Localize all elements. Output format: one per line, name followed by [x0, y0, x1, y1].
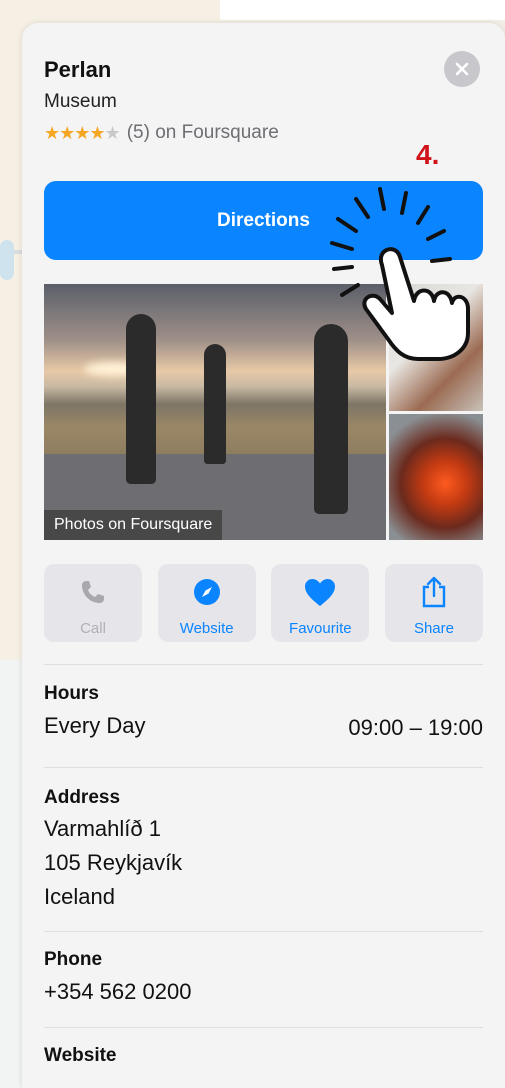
rating-row[interactable]: ★★★★ ★ (5) on Foursquare: [44, 122, 279, 144]
share-label: Share: [413, 620, 454, 637]
heart-icon: [303, 576, 337, 608]
address-line-3[interactable]: Iceland: [44, 880, 115, 914]
phone-number-link[interactable]: +354 562 0200: [44, 975, 191, 1009]
tap-hand-icon: [330, 187, 470, 361]
step-number-annotation: 4.: [416, 139, 440, 170]
address-line-1[interactable]: Varmahlíð 1: [44, 812, 161, 846]
phone-title: Phone: [44, 949, 103, 970]
website-title: Website: [44, 1045, 117, 1066]
divider: [44, 767, 483, 768]
divider: [44, 1027, 483, 1028]
phone-icon: [79, 576, 107, 608]
hours-title: Hours: [44, 683, 99, 704]
compass-icon: [192, 576, 222, 608]
website-button[interactable]: Website: [157, 564, 256, 642]
rating-text: (5) on Foursquare: [126, 122, 279, 143]
share-button[interactable]: Share: [384, 564, 483, 642]
photo-lava-exhibit[interactable]: [389, 414, 483, 540]
divider: [44, 664, 483, 665]
call-button[interactable]: Call: [44, 564, 142, 642]
call-label: Call: [80, 620, 106, 637]
photos-caption: Photos on Foursquare: [44, 510, 223, 540]
address-title: Address: [44, 787, 121, 808]
divider: [44, 931, 483, 932]
close-icon: [455, 62, 469, 76]
hours-time: 09:00 – 19:00: [348, 715, 483, 740]
rating-stars-filled: ★★★★: [44, 122, 106, 143]
favourite-label: Favourite: [289, 620, 352, 637]
address-line-2[interactable]: 105 Reykjavík: [44, 846, 182, 880]
favourite-button[interactable]: Favourite: [271, 564, 370, 642]
share-icon: [420, 576, 448, 608]
photo-sculpture-figure: [126, 314, 156, 484]
close-button[interactable]: [444, 51, 480, 87]
map-white-area: [220, 0, 505, 20]
place-card: Perlan Museum ★★★★ ★ (5) on Foursquare 4…: [22, 23, 505, 1088]
hours-day: Every Day: [44, 713, 146, 738]
place-category: Museum: [44, 91, 117, 112]
place-name: Perlan: [44, 57, 112, 82]
website-label: Website: [179, 620, 234, 637]
map-water: [0, 240, 14, 280]
rating-star-empty: ★: [104, 122, 121, 143]
action-buttons-row: Call Website Favourite Share: [44, 564, 483, 642]
photo-sculpture-figure: [204, 344, 226, 464]
